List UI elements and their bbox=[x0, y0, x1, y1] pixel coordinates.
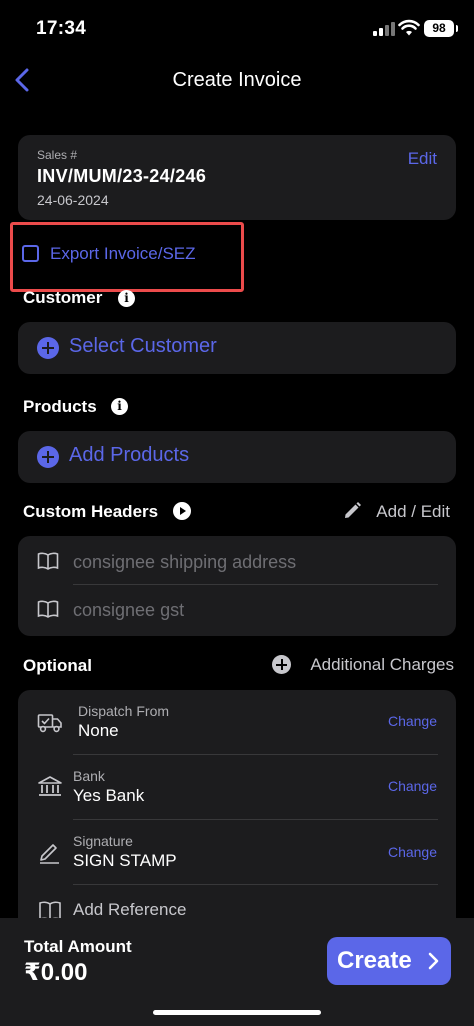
total-amount-label: Total Amount bbox=[24, 937, 132, 956]
custom-header-row[interactable]: consignee shipping address bbox=[18, 538, 456, 586]
nav-bar: Create Invoice bbox=[0, 58, 474, 102]
products-label: Products bbox=[23, 397, 97, 416]
dispatch-from-row[interactable]: Dispatch From None Change bbox=[18, 690, 456, 755]
total-amount-value: ₹0.00 bbox=[24, 959, 88, 986]
change-signature-button[interactable]: Change bbox=[388, 844, 437, 860]
export-invoice-label[interactable]: Export Invoice/SEZ bbox=[50, 244, 196, 264]
change-dispatch-button[interactable]: Change bbox=[388, 713, 437, 729]
dispatch-from-label: Dispatch From bbox=[78, 703, 170, 719]
sales-label: Sales # bbox=[37, 148, 78, 162]
wifi-icon bbox=[398, 19, 420, 36]
status-bar: 17:34 98 bbox=[0, 0, 474, 58]
customer-label: Customer bbox=[23, 288, 103, 307]
plus-circle-icon bbox=[37, 446, 59, 468]
dispatch-from-value: None bbox=[78, 721, 119, 740]
status-time: 17:34 bbox=[36, 18, 87, 39]
signature-value: SIGN STAMP bbox=[73, 851, 177, 870]
edit-sales-button[interactable]: Edit bbox=[408, 149, 437, 169]
book-icon bbox=[37, 600, 59, 618]
footer-bar: Total Amount ₹0.00 Create bbox=[0, 918, 474, 1026]
add-products-button[interactable]: Add Products bbox=[18, 431, 456, 483]
add-reference-label: Add Reference bbox=[73, 900, 187, 919]
home-indicator bbox=[153, 1010, 321, 1015]
sales-date: 24-06-2024 bbox=[37, 192, 109, 208]
page-title: Create Invoice bbox=[172, 69, 302, 91]
divider bbox=[73, 584, 438, 585]
info-icon[interactable]: i bbox=[111, 398, 128, 415]
optional-label: Optional bbox=[23, 656, 92, 675]
select-customer-button[interactable]: Select Customer bbox=[18, 322, 456, 374]
sales-info-card: Sales # INV/MUM/23-24/246 24-06-2024 Edi… bbox=[18, 135, 456, 220]
truck-icon bbox=[37, 714, 62, 733]
plus-circle-icon bbox=[272, 655, 291, 674]
sales-number: INV/MUM/23-24/246 bbox=[37, 166, 207, 186]
book-icon bbox=[37, 552, 59, 570]
bank-row[interactable]: Bank Yes Bank Change bbox=[18, 755, 456, 820]
play-icon[interactable] bbox=[173, 502, 191, 520]
custom-header-placeholder: consignee gst bbox=[73, 600, 185, 620]
change-bank-button[interactable]: Change bbox=[388, 778, 437, 794]
custom-headers-label: Custom Headers bbox=[23, 502, 159, 521]
signal-icon bbox=[373, 22, 395, 36]
custom-header-placeholder: consignee shipping address bbox=[73, 552, 297, 572]
additional-charges-label: Additional Charges bbox=[310, 655, 454, 674]
battery-icon: 98 bbox=[424, 20, 458, 37]
add-edit-label: Add / Edit bbox=[376, 502, 450, 521]
bank-icon bbox=[38, 776, 62, 796]
export-invoice-checkbox[interactable] bbox=[22, 245, 39, 262]
custom-header-row[interactable]: consignee gst bbox=[18, 586, 456, 634]
bank-value: Yes Bank bbox=[73, 786, 145, 805]
select-customer-label: Select Customer bbox=[69, 335, 217, 357]
plus-circle-icon bbox=[37, 337, 59, 359]
info-icon[interactable]: i bbox=[118, 290, 135, 307]
create-label: Create bbox=[337, 947, 412, 974]
signature-row[interactable]: Signature SIGN STAMP Change bbox=[18, 820, 456, 885]
pencil-icon bbox=[345, 502, 361, 518]
add-products-label: Add Products bbox=[69, 444, 190, 466]
custom-headers-card: consignee shipping address consignee gst bbox=[18, 536, 456, 636]
signature-icon bbox=[40, 844, 59, 864]
create-button[interactable]: Create bbox=[327, 937, 451, 985]
chevron-right-icon bbox=[428, 952, 439, 970]
signature-label: Signature bbox=[73, 833, 133, 849]
optional-card: Dispatch From None Change Bank Yes Bank … bbox=[18, 690, 456, 930]
bank-label: Bank bbox=[73, 768, 105, 784]
